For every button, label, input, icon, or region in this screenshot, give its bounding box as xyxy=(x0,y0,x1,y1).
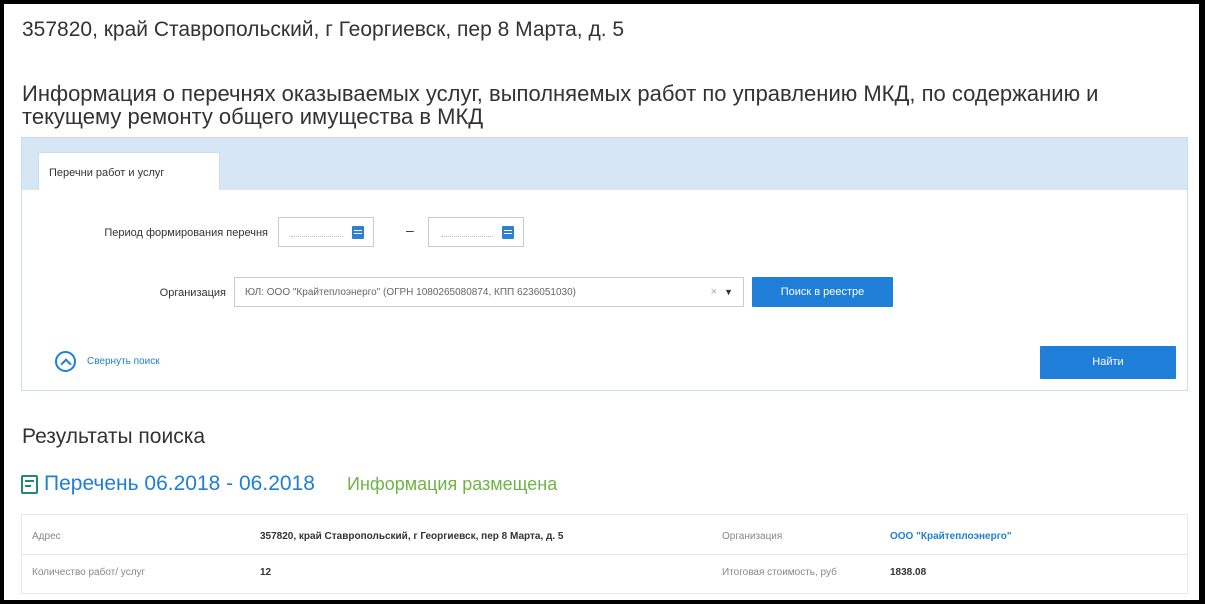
date-from-placeholder-line xyxy=(291,236,343,237)
house-address-title: 357820, край Ставропольский, г Георгиевс… xyxy=(22,18,625,41)
date-to-placeholder-line xyxy=(441,236,493,237)
address-key: Адрес xyxy=(32,531,61,542)
clear-icon[interactable]: × xyxy=(711,286,717,298)
table-row: Адрес 357820, край Ставропольский, г Гео… xyxy=(22,519,1187,555)
results-title: Результаты поиска xyxy=(22,425,206,448)
result-item-link[interactable]: Перечень 06.2018 - 06.2018 xyxy=(44,472,315,496)
organization-link[interactable]: ООО "Крайтеплоэнерго" xyxy=(890,531,1012,542)
find-button[interactable]: Найти xyxy=(1040,346,1176,379)
organization-select[interactable]: ЮЛ: ООО "Крайтеплоэнерго" (ОГРН 10802650… xyxy=(234,277,744,307)
tab-work-lists[interactable]: Перечни работ и услуг xyxy=(38,152,220,190)
date-range-dash: – xyxy=(406,222,414,238)
works-count-value: 12 xyxy=(260,567,272,578)
search-in-registry-button[interactable]: Поиск в реестре xyxy=(752,277,893,307)
chevron-down-icon[interactable]: ▼ xyxy=(724,287,733,297)
status-badge: Информация размещена xyxy=(347,474,558,494)
period-label: Период формирования перечня xyxy=(104,227,268,239)
works-count-key: Количество работ/ услуг xyxy=(32,567,146,578)
table-row: Количество работ/ услуг 12 Итоговая стои… xyxy=(22,555,1187,591)
total-cost-key: Итоговая стоимость, руб xyxy=(722,567,837,578)
date-to-input[interactable] xyxy=(428,217,524,247)
chevron-up-circle-icon[interactable] xyxy=(55,351,76,372)
collapse-search-label[interactable]: Свернуть поиск xyxy=(87,356,160,367)
date-from-input[interactable] xyxy=(278,217,374,247)
result-details-table: Адрес 357820, край Ставропольский, г Гео… xyxy=(21,514,1188,594)
calendar-icon[interactable] xyxy=(352,226,364,239)
document-list-icon xyxy=(21,475,38,494)
tab-strip: Перечни работ и услуг xyxy=(22,138,1187,190)
organization-select-value: ЮЛ: ООО "Крайтеплоэнерго" (ОГРН 10802650… xyxy=(245,287,576,298)
address-value: 357820, край Ставропольский, г Георгиевс… xyxy=(260,531,564,542)
search-panel: Перечни работ и услуг Период формировани… xyxy=(21,137,1188,391)
page: 357820, край Ставропольский, г Георгиевс… xyxy=(4,4,1199,600)
organization-key: Организация xyxy=(722,531,783,542)
calendar-icon[interactable] xyxy=(502,226,514,239)
organization-label: Организация xyxy=(159,287,226,299)
section-title: Информация о перечнях оказываемых услуг,… xyxy=(22,81,1099,129)
total-cost-value: 1838.08 xyxy=(890,567,927,578)
